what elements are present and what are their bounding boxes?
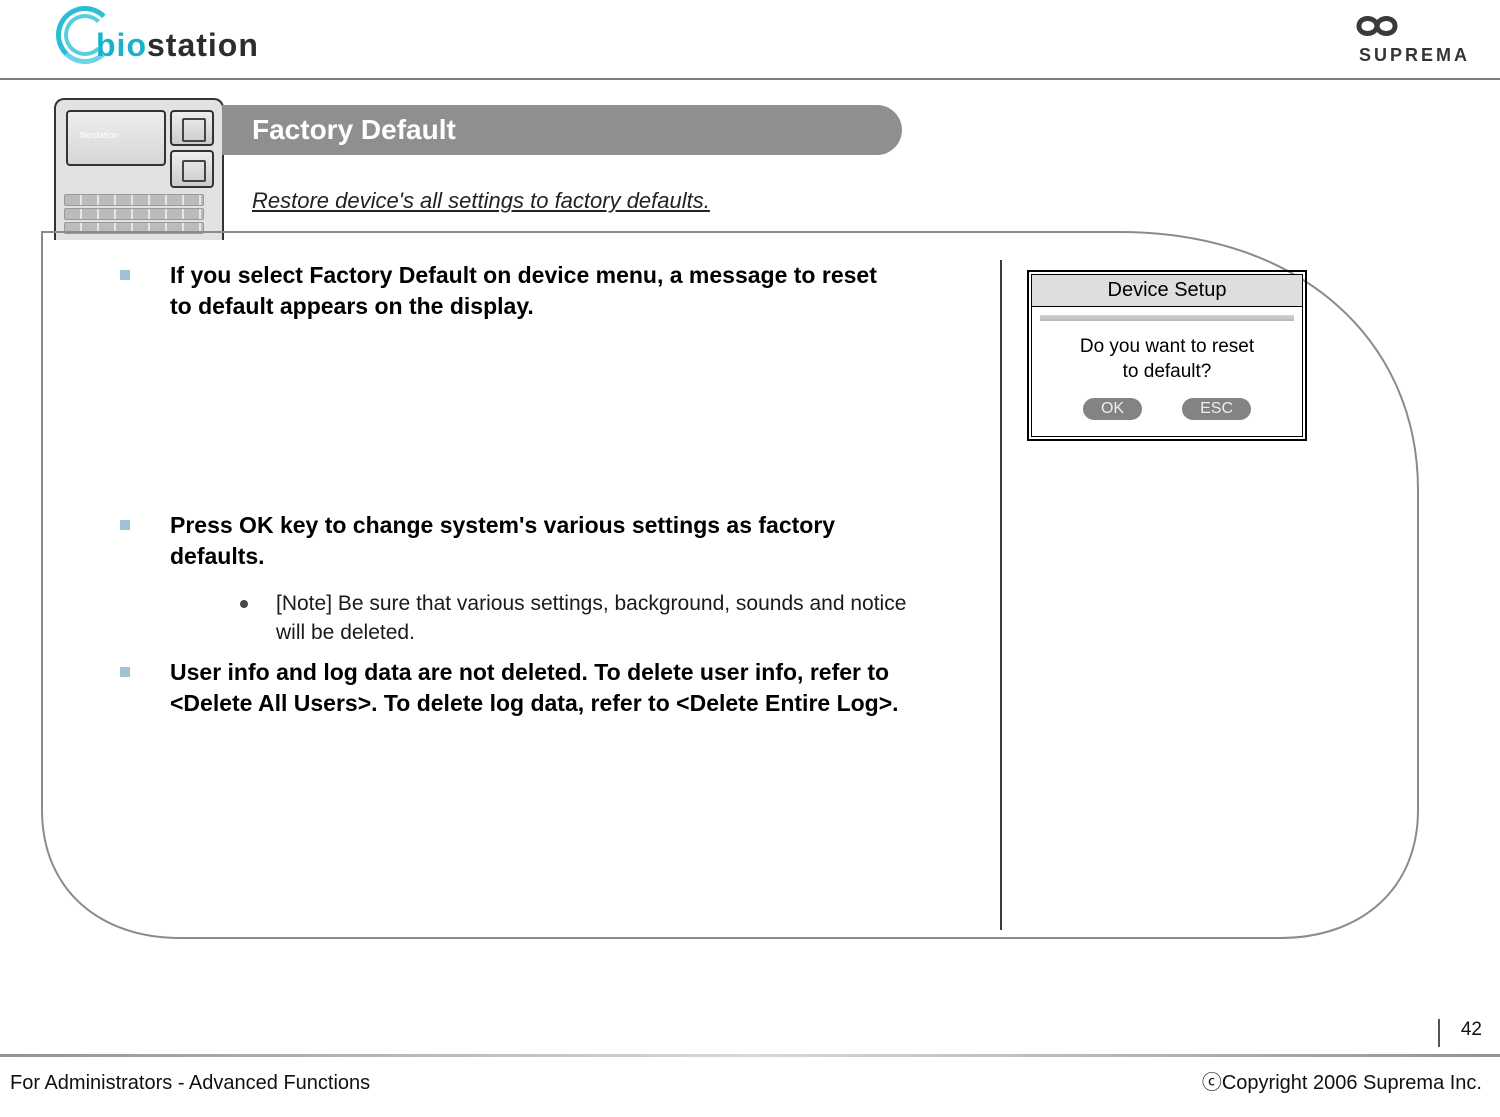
popup-msg-line1: Do you want to reset [1080,336,1254,357]
title-banner: Factory Default [222,105,902,155]
device-screen-label: biostation [80,130,119,140]
page-subtitle: Restore device's all settings to factory… [252,188,710,214]
bullet-3: User info and log data are not deleted. … [100,657,1000,719]
device-keypad-icon [64,192,204,234]
esc-button[interactable]: ESC [1182,398,1251,420]
page-number: 42 [1461,1019,1482,1041]
bullet-2-sub-text: [Note] Be sure that various settings, ba… [276,590,916,647]
popup-message: Do you want to reset to default? [1032,335,1302,384]
bullet-3-text: User info and log data are not deleted. … [170,657,900,719]
footer-copyright: ⓒCopyright 2006 Suprema Inc. [1202,1066,1482,1095]
biostation-logo: biostation [56,6,296,66]
suprema-logo: SUPREMA [1280,12,1470,66]
suprema-wordmark: SUPREMA [1359,45,1470,66]
device-popup: Device Setup Do you want to reset to def… [1022,270,1312,441]
logo-text-bio: bio [96,27,147,63]
bullet-1: If you select Factory Default on device … [100,260,1000,322]
popup-title: Device Setup [1031,274,1303,307]
content-area: If you select Factory Default on device … [100,260,1000,737]
square-bullet-icon [120,270,130,280]
bullet-2: Press OK key to change system's various … [100,510,1000,572]
ok-button[interactable]: OK [1083,398,1142,420]
bullet-2-text: Press OK key to change system's various … [170,510,900,572]
popup-frame: Device Setup Do you want to reset to def… [1027,270,1307,441]
dot-bullet-icon [240,600,248,608]
square-bullet-icon [120,520,130,530]
logo-text-station: station [147,27,259,63]
bullet-2-sub: [Note] Be sure that various settings, ba… [240,590,1000,647]
page-title: Factory Default [252,114,456,146]
footer-divider [0,1054,1500,1057]
device-photo: biostation [54,98,224,240]
popup-body: Do you want to reset to default? OK ESC [1031,307,1303,437]
infinity-icon [1344,12,1410,40]
biostation-wordmark: biostation [96,27,259,64]
device-sensor-icon [170,110,214,146]
header: biostation SUPREMA [0,0,1500,78]
square-bullet-icon [120,667,130,677]
vertical-divider [1000,260,1002,930]
bullet-1-text: If you select Factory Default on device … [170,260,900,322]
popup-buttons: OK ESC [1032,398,1302,420]
page: biostation SUPREMA biostation Factory De… [0,0,1500,1117]
header-divider [0,78,1500,80]
page-number-divider [1438,1019,1440,1047]
device-reader-icon [170,150,214,188]
footer-left-text: For Administrators - Advanced Functions [10,1072,370,1095]
popup-msg-line2: to default? [1123,361,1212,382]
